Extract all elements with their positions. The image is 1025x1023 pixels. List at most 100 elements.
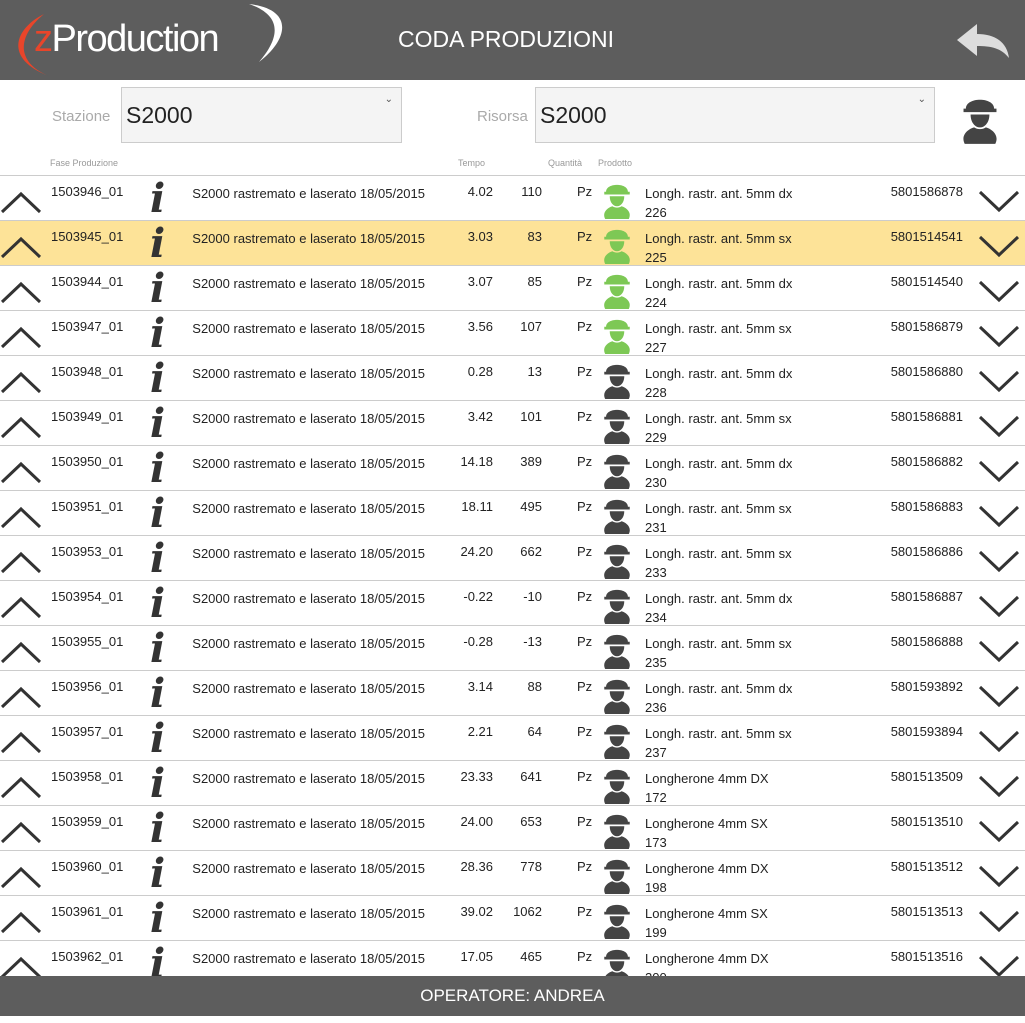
- move-down-icon[interactable]: [978, 460, 1020, 484]
- move-down-icon[interactable]: [978, 685, 1020, 709]
- move-down-icon[interactable]: [978, 955, 1020, 976]
- phase-description: S2000 rastremato e laserato 18/05/2015: [192, 276, 425, 291]
- info-icon[interactable]: i: [150, 763, 165, 805]
- table-row[interactable]: 1503960_01 i S2000 rastremato e laserato…: [0, 851, 1025, 896]
- info-icon[interactable]: i: [150, 538, 165, 580]
- info-icon[interactable]: i: [150, 178, 165, 220]
- move-up-icon[interactable]: [0, 685, 42, 709]
- info-icon[interactable]: i: [150, 673, 165, 715]
- move-up-icon[interactable]: [0, 775, 42, 799]
- table-row[interactable]: 1503948_01 i S2000 rastremato e laserato…: [0, 356, 1025, 401]
- table-row[interactable]: 1503944_01 i S2000 rastremato e laserato…: [0, 266, 1025, 311]
- info-icon[interactable]: i: [150, 943, 165, 977]
- move-up-icon[interactable]: [0, 865, 42, 889]
- worker-icon[interactable]: [600, 809, 634, 849]
- worker-icon[interactable]: [600, 944, 634, 976]
- move-up-icon[interactable]: [0, 910, 42, 934]
- move-up-icon[interactable]: [0, 415, 42, 439]
- move-up-icon[interactable]: [0, 730, 42, 754]
- info-icon[interactable]: i: [150, 448, 165, 490]
- worker-icon[interactable]: [600, 674, 634, 714]
- move-down-icon[interactable]: [978, 820, 1020, 844]
- table-row[interactable]: 1503957_01 i S2000 rastremato e laserato…: [0, 716, 1025, 761]
- info-icon[interactable]: i: [150, 358, 165, 400]
- table-row[interactable]: 1503961_01 i S2000 rastremato e laserato…: [0, 896, 1025, 941]
- move-down-icon[interactable]: [978, 190, 1020, 214]
- move-down-icon[interactable]: [978, 595, 1020, 619]
- table-row[interactable]: 1503956_01 i S2000 rastremato e laserato…: [0, 671, 1025, 716]
- move-up-icon[interactable]: [0, 550, 42, 574]
- worker-icon[interactable]: [600, 449, 634, 489]
- move-up-icon[interactable]: [0, 595, 42, 619]
- move-up-icon[interactable]: [0, 640, 42, 664]
- info-icon[interactable]: i: [150, 898, 165, 940]
- info-icon[interactable]: i: [150, 493, 165, 535]
- table-row[interactable]: 1503962_01 i S2000 rastremato e laserato…: [0, 941, 1025, 976]
- station-select[interactable]: S2000 ⌄: [121, 87, 402, 143]
- table-row[interactable]: 1503954_01 i S2000 rastremato e laserato…: [0, 581, 1025, 626]
- back-arrow-icon[interactable]: [955, 22, 1011, 60]
- table-row[interactable]: 1503947_01 i S2000 rastremato e laserato…: [0, 311, 1025, 356]
- move-down-icon[interactable]: [978, 730, 1020, 754]
- product-number: 226: [645, 205, 667, 220]
- move-up-icon[interactable]: [0, 280, 42, 304]
- table-row[interactable]: 1503945_01 i S2000 rastremato e laserato…: [0, 221, 1025, 266]
- time-value: 3.03: [467, 229, 493, 244]
- product-number: 173: [645, 835, 667, 850]
- table-row[interactable]: 1503953_01 i S2000 rastremato e laserato…: [0, 536, 1025, 581]
- worker-icon[interactable]: [600, 269, 634, 309]
- resource-select[interactable]: S2000 ⌄: [535, 87, 935, 143]
- table-row[interactable]: 1503955_01 i S2000 rastremato e laserato…: [0, 626, 1025, 671]
- move-down-icon[interactable]: [978, 280, 1020, 304]
- move-down-icon[interactable]: [978, 550, 1020, 574]
- table-row[interactable]: 1503959_01 i S2000 rastremato e laserato…: [0, 806, 1025, 851]
- move-up-icon[interactable]: [0, 460, 42, 484]
- worker-icon[interactable]: [600, 314, 634, 354]
- table-row[interactable]: 1503958_01 i S2000 rastremato e laserato…: [0, 761, 1025, 806]
- move-up-icon[interactable]: [0, 325, 42, 349]
- move-down-icon[interactable]: [978, 325, 1020, 349]
- table-row[interactable]: 1503946_01 i S2000 rastremato e laserato…: [0, 176, 1025, 221]
- worker-icon[interactable]: [600, 224, 634, 264]
- info-icon[interactable]: i: [150, 583, 165, 625]
- worker-icon[interactable]: [600, 404, 634, 444]
- move-up-icon[interactable]: [0, 820, 42, 844]
- move-down-icon[interactable]: [978, 415, 1020, 439]
- worker-icon[interactable]: [600, 179, 634, 219]
- info-icon[interactable]: i: [150, 268, 165, 310]
- move-up-icon[interactable]: [0, 235, 42, 259]
- move-up-icon[interactable]: [0, 370, 42, 394]
- info-icon[interactable]: i: [150, 718, 165, 760]
- info-icon[interactable]: i: [150, 403, 165, 445]
- worker-icon[interactable]: [600, 719, 634, 759]
- move-down-icon[interactable]: [978, 910, 1020, 934]
- move-up-icon[interactable]: [0, 190, 42, 214]
- move-down-icon[interactable]: [978, 370, 1020, 394]
- info-icon[interactable]: i: [150, 313, 165, 355]
- zproduction-logo: zProduction: [4, 4, 294, 76]
- info-icon[interactable]: i: [150, 223, 165, 265]
- info-icon[interactable]: i: [150, 628, 165, 670]
- move-down-icon[interactable]: [978, 865, 1020, 889]
- table-row[interactable]: 1503949_01 i S2000 rastremato e laserato…: [0, 401, 1025, 446]
- worker-icon[interactable]: [600, 494, 634, 534]
- move-down-icon[interactable]: [978, 640, 1020, 664]
- table-row[interactable]: 1503950_01 i S2000 rastremato e laserato…: [0, 446, 1025, 491]
- worker-icon[interactable]: [600, 854, 634, 894]
- move-up-icon[interactable]: [0, 955, 42, 976]
- worker-icon[interactable]: [600, 629, 634, 669]
- production-queue-list[interactable]: 1503946_01 i S2000 rastremato e laserato…: [0, 175, 1025, 976]
- move-down-icon[interactable]: [978, 775, 1020, 799]
- table-row[interactable]: 1503951_01 i S2000 rastremato e laserato…: [0, 491, 1025, 536]
- worker-icon[interactable]: [600, 359, 634, 399]
- move-down-icon[interactable]: [978, 505, 1020, 529]
- info-icon[interactable]: i: [150, 853, 165, 895]
- worker-icon[interactable]: [600, 899, 634, 939]
- info-icon[interactable]: i: [150, 808, 165, 850]
- worker-icon[interactable]: [600, 539, 634, 579]
- worker-icon[interactable]: [600, 764, 634, 804]
- move-up-icon[interactable]: [0, 505, 42, 529]
- worker-icon[interactable]: [600, 584, 634, 624]
- move-down-icon[interactable]: [978, 235, 1020, 259]
- operator-icon[interactable]: [960, 92, 1000, 144]
